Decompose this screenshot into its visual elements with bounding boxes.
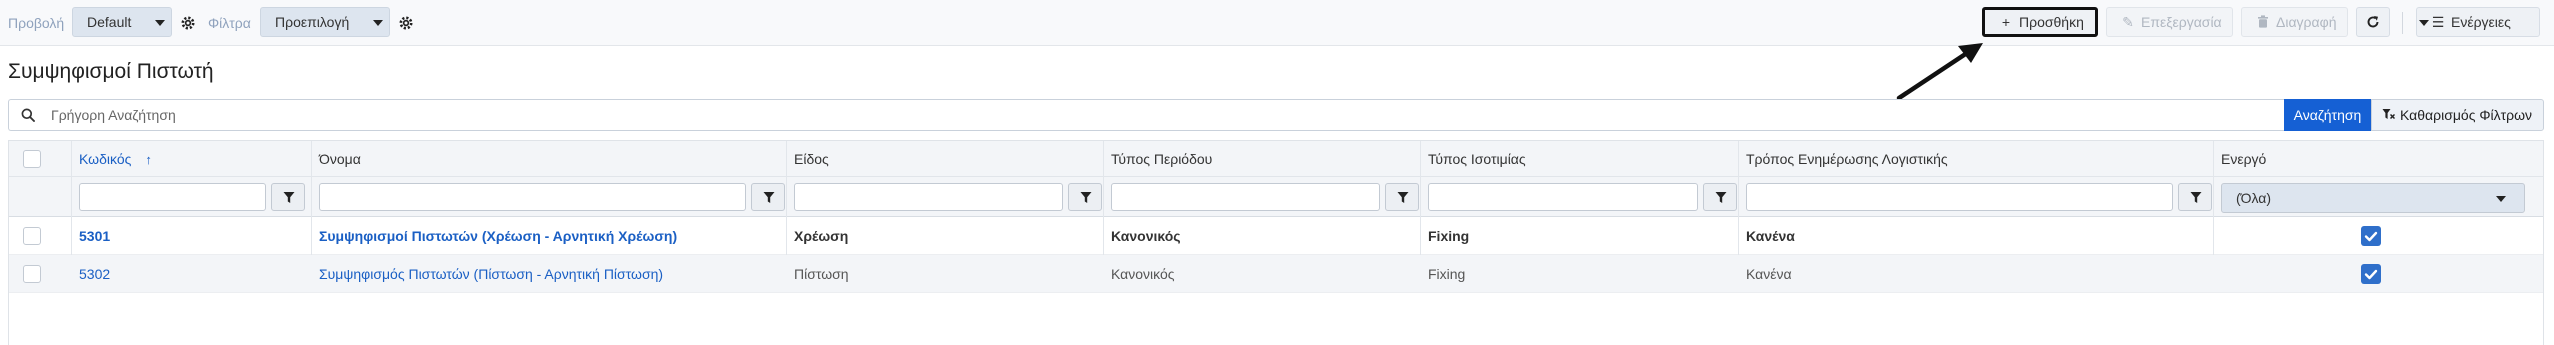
column-divider: [1420, 141, 1421, 255]
checkmark-icon: [2364, 231, 2378, 242]
plus-icon: +: [2001, 14, 2011, 30]
clear-filters-button[interactable]: Καθαρισμός Φίλτρων: [2371, 99, 2544, 131]
column-header-active[interactable]: Ενεργό: [2221, 151, 2266, 167]
refresh-icon: [2367, 16, 2379, 28]
filter-clear-icon: [2382, 109, 2396, 120]
filter-icon: [1715, 192, 1727, 203]
period-type-cell: Κανονικός: [1111, 228, 1181, 244]
column-header-rate-type[interactable]: Τύπος Ισοτιμίας: [1428, 151, 1526, 167]
column-header-period-type[interactable]: Τύπος Περιόδου: [1111, 151, 1212, 167]
accounting-update-cell: Κανένα: [1746, 266, 1792, 282]
search-button[interactable]: Αναζήτηση: [2284, 99, 2371, 131]
column-divider: [311, 141, 312, 255]
checkmark-icon: [2364, 269, 2378, 280]
column-header-kind[interactable]: Είδος: [794, 151, 829, 167]
name-filter-input[interactable]: [319, 183, 746, 211]
edit-button[interactable]: ✎ Επεξεργασία: [2106, 7, 2233, 37]
code-filter-input[interactable]: [79, 183, 266, 211]
chevron-down-icon: [153, 8, 165, 36]
column-header-accounting-update[interactable]: Τρόπος Ενημέρωσης Λογιστικής: [1746, 151, 1948, 167]
rate-type-filter-input[interactable]: [1428, 183, 1698, 211]
view-select[interactable]: Default: [72, 7, 172, 37]
sort-ascending-icon: ↑: [145, 152, 152, 167]
filter-icon: [1397, 192, 1409, 203]
row-select-checkbox[interactable]: [23, 227, 41, 245]
column-divider: [71, 141, 72, 255]
quick-search-box[interactable]: [8, 99, 2284, 131]
filter-icon: [1080, 192, 1092, 203]
view-label: Προβολή: [8, 15, 65, 31]
column-divider: [1103, 141, 1104, 255]
filters-label: Φίλτρα: [208, 15, 251, 31]
code-cell[interactable]: 5302: [79, 266, 110, 282]
chevron-down-icon: [371, 8, 383, 36]
active-checkbox: [2361, 264, 2381, 284]
rate-type-filter-button[interactable]: [1703, 183, 1737, 211]
actions-menu-label: Ενέργειες: [2451, 14, 2511, 30]
active-filter-select[interactable]: (Όλα): [2221, 183, 2525, 213]
column-divider: [1738, 141, 1739, 255]
filter-icon: [283, 192, 295, 203]
filter-icon: [763, 192, 775, 203]
view-select-value: Default: [87, 14, 132, 30]
rate-type-cell: Fixing: [1428, 266, 1466, 282]
kind-cell: Χρέωση: [794, 228, 849, 244]
add-button-label: Προσθήκη: [2019, 14, 2084, 30]
code-cell[interactable]: 5301: [79, 228, 110, 244]
refresh-button[interactable]: [2356, 7, 2390, 37]
toolbar-divider: [2402, 12, 2403, 34]
delete-button-label: Διαγραφή: [2276, 14, 2337, 30]
row-select-checkbox[interactable]: [23, 265, 41, 283]
view-settings-gear-icon[interactable]: [180, 15, 196, 31]
edit-button-label: Επεξεργασία: [2141, 14, 2222, 30]
kind-filter-input[interactable]: [794, 183, 1063, 211]
add-button[interactable]: + Προσθήκη: [1982, 7, 2098, 37]
accounting-update-cell: Κανένα: [1746, 228, 1795, 244]
filter-icon: [2190, 192, 2202, 203]
table-row[interactable]: 5301 Συμψηφισμοί Πιστωτών (Χρέωση - Αρνη…: [9, 217, 2543, 255]
data-grid: Κωδικός ↑ Όνομα Είδος Τύπος Περιόδου Τύπο…: [8, 140, 2544, 345]
clear-filters-label: Καθαρισμός Φίλτρων: [2400, 107, 2533, 123]
period-type-cell: Κανονικός: [1111, 266, 1175, 282]
accounting-update-filter-input[interactable]: [1746, 183, 2173, 211]
column-header-code[interactable]: Κωδικός ↑: [79, 151, 152, 167]
period-type-filter-input[interactable]: [1111, 183, 1380, 211]
menu-icon: ☰: [2431, 14, 2445, 30]
period-type-filter-button[interactable]: [1385, 183, 1419, 211]
column-divider: [2213, 141, 2214, 255]
filters-select[interactable]: Προεπιλογή: [260, 7, 390, 37]
page-title: Συμψηφισμοί Πιστωτή: [8, 60, 214, 83]
search-icon: [21, 108, 35, 122]
grid-filter-row: (Όλα): [9, 177, 2543, 217]
column-divider: [786, 141, 787, 255]
active-filter-value: (Όλα): [2236, 190, 2272, 206]
delete-button[interactable]: Διαγραφή: [2241, 7, 2348, 37]
code-filter-button[interactable]: [271, 183, 305, 211]
name-filter-button[interactable]: [751, 183, 785, 211]
active-checkbox: [2361, 226, 2381, 246]
accounting-update-filter-button[interactable]: [2178, 183, 2212, 211]
actions-menu-button[interactable]: ☰ Ενέργειες: [2416, 7, 2540, 37]
select-all-checkbox[interactable]: [23, 150, 41, 168]
name-cell[interactable]: Συμψηφισμοί Πιστωτών (Χρέωση - Αρνητική …: [319, 228, 677, 244]
column-header-code-label: Κωδικός: [79, 151, 132, 167]
kind-cell: Πίστωση: [794, 266, 849, 282]
kind-filter-button[interactable]: [1068, 183, 1102, 211]
rate-type-cell: Fixing: [1428, 228, 1470, 244]
toolbar: Προβολή Default Φίλτρα Προεπιλογή + Προσθ…: [0, 0, 2554, 46]
trash-icon: [2256, 8, 2270, 36]
chevron-down-icon: [2494, 184, 2506, 212]
pencil-icon: ✎: [2122, 14, 2134, 30]
grid-header-row: Κωδικός ↑ Όνομα Είδος Τύπος Περιόδου Τύπο…: [9, 141, 2543, 177]
table-row[interactable]: 5302 Συμψηφισμός Πιστωτών (Πίστωση - Αρν…: [9, 255, 2543, 293]
quick-search-input[interactable]: [51, 104, 2251, 126]
annotation-arrow-icon: [1896, 43, 1983, 101]
column-header-name[interactable]: Όνομα: [319, 151, 361, 167]
filters-select-value: Προεπιλογή: [275, 14, 350, 30]
name-cell[interactable]: Συμψηφισμός Πιστωτών (Πίστωση - Αρνητική…: [319, 266, 663, 282]
filters-settings-gear-icon[interactable]: [398, 15, 414, 31]
